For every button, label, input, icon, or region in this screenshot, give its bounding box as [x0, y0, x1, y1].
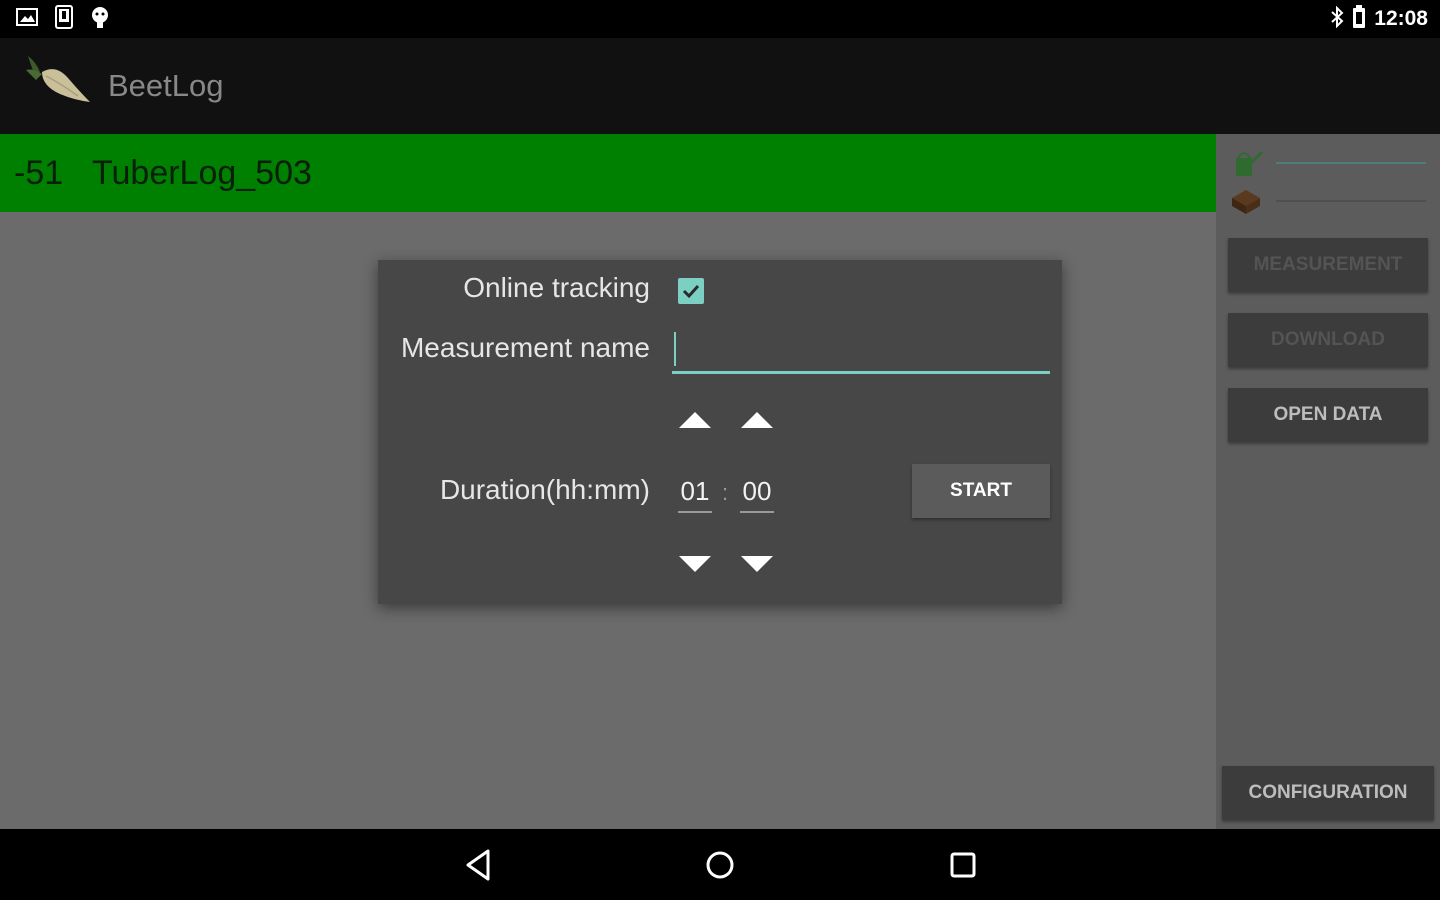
online-tracking-checkbox[interactable]	[678, 278, 704, 304]
status-bar: 12:08	[0, 0, 1440, 38]
beet-logo-icon	[22, 52, 94, 112]
battery-icon	[1352, 5, 1366, 33]
watering-can-icon	[1228, 146, 1264, 180]
online-tracking-label: Online tracking	[463, 272, 650, 303]
system-icons: 12:08	[1330, 5, 1428, 33]
bluetooth-icon	[1330, 5, 1344, 32]
hours-increment-icon[interactable]	[677, 408, 713, 432]
recent-apps-icon[interactable]	[943, 845, 983, 885]
measurement-dialog: Online tracking Measurement name Duratio…	[378, 260, 1062, 604]
navigation-bar	[0, 829, 1440, 900]
minutes-value[interactable]: 00	[740, 476, 774, 513]
measurement-name-label: Measurement name	[400, 332, 650, 363]
soil-sensor-icon	[1228, 184, 1264, 218]
hours-value[interactable]: 01	[678, 476, 712, 513]
time-separator: :	[722, 480, 729, 505]
side-panel: MEASUREMENT DOWNLOAD OPEN DATA CONFIGURA…	[1216, 134, 1440, 829]
main-content: -51 TuberLog_503 Online tracking Measure…	[0, 134, 1216, 829]
open-data-button[interactable]: OPEN DATA	[1228, 388, 1428, 442]
measurement-button[interactable]: MEASUREMENT	[1228, 238, 1428, 292]
device-name: TuberLog_503	[92, 154, 312, 192]
soil-level-bar	[1276, 200, 1426, 202]
minutes-decrement-icon[interactable]	[739, 552, 775, 576]
back-icon[interactable]	[460, 845, 500, 885]
home-icon[interactable]	[700, 845, 740, 885]
notification-icons	[16, 5, 110, 33]
app-title: BeetLog	[108, 68, 224, 103]
hours-decrement-icon[interactable]	[677, 552, 713, 576]
image-icon	[16, 7, 38, 31]
configuration-button[interactable]: CONFIGURATION	[1222, 766, 1434, 820]
device-bar[interactable]: -51 TuberLog_503	[0, 134, 1216, 212]
minutes-increment-icon[interactable]	[739, 408, 775, 432]
screenshot-icon	[54, 5, 74, 33]
duration-label: Duration(hh:mm)	[439, 474, 650, 505]
action-bar: BeetLog	[0, 38, 1440, 134]
soil-status-row	[1228, 184, 1428, 218]
android-debug-icon	[90, 5, 110, 33]
measurement-name-input[interactable]	[672, 330, 1050, 374]
start-button[interactable]: START	[912, 464, 1050, 518]
water-status-row	[1228, 146, 1428, 180]
check-icon	[682, 284, 700, 299]
download-button[interactable]: DOWNLOAD	[1228, 313, 1428, 367]
water-level-bar	[1276, 162, 1426, 164]
device-rssi: -51	[14, 154, 64, 192]
clock: 12:08	[1374, 7, 1428, 30]
text-cursor	[674, 332, 676, 366]
